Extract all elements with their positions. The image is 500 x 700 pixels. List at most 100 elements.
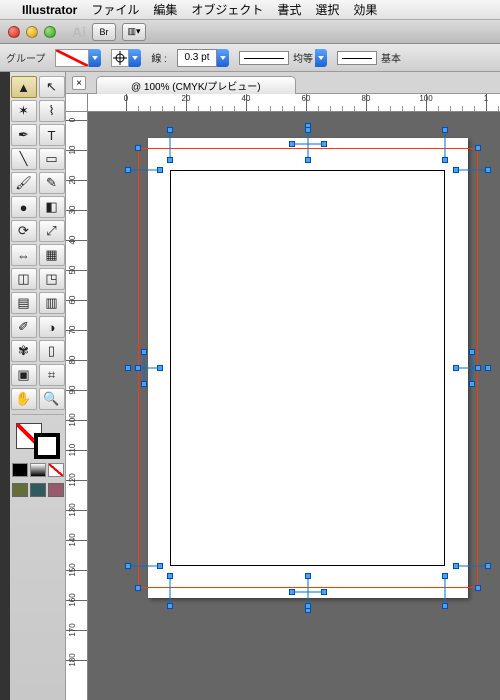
stroke-swatch-registration[interactable] xyxy=(111,49,129,67)
selection-handle[interactable] xyxy=(305,603,311,609)
tool-hand[interactable]: ✋ xyxy=(11,388,37,410)
selection-handle[interactable] xyxy=(453,167,459,173)
tool-rectangle[interactable]: ▭ xyxy=(39,148,65,170)
selection-handle[interactable] xyxy=(475,365,481,371)
tool-blob-brush[interactable]: ● xyxy=(11,196,37,218)
tool-symbol-sprayer[interactable]: ✾ xyxy=(11,340,37,362)
tool-zoom[interactable]: 🔍 xyxy=(39,388,65,410)
selection-handle[interactable] xyxy=(135,365,141,371)
selection-handle[interactable] xyxy=(475,145,481,151)
tool-free-transform[interactable]: ▦ xyxy=(39,244,65,266)
vertical-ruler[interactable]: 0102030405060708090100110120130140150160… xyxy=(66,112,88,700)
selection-handle[interactable] xyxy=(135,585,141,591)
selection-handle[interactable] xyxy=(442,573,448,579)
zoom-window-button[interactable] xyxy=(44,26,56,38)
tool-line[interactable]: ╲ xyxy=(11,148,37,170)
artwork-rectangle[interactable] xyxy=(170,170,445,566)
menu-select[interactable]: 選択 xyxy=(315,1,339,18)
stroke-style-dropdown[interactable] xyxy=(315,49,327,67)
close-window-button[interactable] xyxy=(8,26,20,38)
selection-handle[interactable] xyxy=(167,157,173,163)
selection-handle[interactable] xyxy=(167,603,173,609)
selection-handle[interactable] xyxy=(485,365,491,371)
selection-handle[interactable] xyxy=(485,167,491,173)
document-tab[interactable]: @ 100% (CMYK/プレビュー) xyxy=(96,76,296,94)
selection-handle[interactable] xyxy=(475,585,481,591)
selection-handle[interactable] xyxy=(442,157,448,163)
selection-handle[interactable] xyxy=(321,589,327,595)
selection-handle[interactable] xyxy=(453,365,459,371)
selection-handle[interactable] xyxy=(442,603,448,609)
selection-handle[interactable] xyxy=(469,381,475,387)
selection-handle[interactable] xyxy=(125,563,131,569)
gradient-mode-button[interactable] xyxy=(30,463,46,477)
tool-type[interactable]: T xyxy=(39,124,65,146)
tool-lasso[interactable]: ⌇ xyxy=(39,100,65,122)
selection-handle[interactable] xyxy=(157,365,163,371)
brush-preview[interactable] xyxy=(337,51,377,65)
stroke-style-preview[interactable] xyxy=(239,51,289,65)
tool-direct-selection[interactable]: ↖ xyxy=(39,76,65,98)
selection-handle[interactable] xyxy=(141,381,147,387)
tool-perspective[interactable]: ◳ xyxy=(39,268,65,290)
selection-handle[interactable] xyxy=(141,349,147,355)
tool-slice[interactable]: ⌗ xyxy=(39,364,65,386)
tool-scale[interactable]: ⤢ xyxy=(39,220,65,242)
panel-collapse-strip[interactable] xyxy=(0,72,10,700)
canvas[interactable] xyxy=(88,112,500,700)
selection-handle[interactable] xyxy=(157,563,163,569)
menu-type[interactable]: 書式 xyxy=(277,1,301,18)
selection-handle[interactable] xyxy=(442,127,448,133)
tool-pen[interactable]: ✒ xyxy=(11,124,37,146)
selection-handle[interactable] xyxy=(289,141,295,147)
tool-width[interactable]: ⇔ xyxy=(11,244,37,266)
stroke-weight-field[interactable]: 0.3 pt xyxy=(177,49,217,67)
stroke-weight-dropdown[interactable] xyxy=(217,49,229,67)
tool-magic-wand[interactable]: ✶ xyxy=(11,100,37,122)
color-mode-button[interactable] xyxy=(12,463,28,477)
tool-pencil[interactable]: ✎ xyxy=(39,172,65,194)
horizontal-ruler[interactable]: 0204060801001 xyxy=(88,94,500,112)
stroke-box[interactable] xyxy=(34,433,60,459)
close-tab-button[interactable]: × xyxy=(72,76,86,90)
selection-handle[interactable] xyxy=(289,589,295,595)
menu-object[interactable]: オブジェクト xyxy=(191,1,263,18)
bridge-button[interactable]: Br xyxy=(92,23,116,41)
fill-swatch-none[interactable] xyxy=(55,49,89,67)
swatch-1[interactable] xyxy=(12,483,28,497)
tool-gradient[interactable]: ▥ xyxy=(39,292,65,314)
ruler-origin[interactable] xyxy=(66,94,88,112)
menu-edit[interactable]: 編集 xyxy=(153,1,177,18)
selection-handle[interactable] xyxy=(305,127,311,133)
selection-handle[interactable] xyxy=(135,145,141,151)
selection-handle[interactable] xyxy=(305,573,311,579)
selection-handle[interactable] xyxy=(167,127,173,133)
menu-effect[interactable]: 効果 xyxy=(353,1,377,18)
tool-rotate[interactable]: ⟳ xyxy=(11,220,37,242)
tool-paintbrush[interactable]: 🖌 xyxy=(11,172,37,194)
selection-handle[interactable] xyxy=(305,157,311,163)
stroke-dropdown[interactable] xyxy=(129,49,141,67)
fill-stroke-control[interactable] xyxy=(16,423,60,459)
selection-handle[interactable] xyxy=(453,563,459,569)
menu-file[interactable]: ファイル xyxy=(91,1,139,18)
tool-shape-builder[interactable]: ◫ xyxy=(11,268,37,290)
selection-handle[interactable] xyxy=(321,141,327,147)
tool-graph[interactable]: ▯ xyxy=(39,340,65,362)
swatch-2[interactable] xyxy=(30,483,46,497)
arrange-documents-button[interactable]: ▥▾ xyxy=(122,23,146,41)
app-name[interactable]: Illustrator xyxy=(22,3,77,17)
tool-artboard[interactable]: ▣ xyxy=(11,364,37,386)
tool-selection[interactable]: ▲ xyxy=(11,76,37,98)
selection-handle[interactable] xyxy=(167,573,173,579)
selection-handle[interactable] xyxy=(485,563,491,569)
tool-mesh[interactable]: ▤ xyxy=(11,292,37,314)
none-mode-button[interactable] xyxy=(48,463,64,477)
selection-handle[interactable] xyxy=(469,349,475,355)
selection-handle[interactable] xyxy=(157,167,163,173)
selection-handle[interactable] xyxy=(125,167,131,173)
tool-eraser[interactable]: ◧ xyxy=(39,196,65,218)
selection-handle[interactable] xyxy=(125,365,131,371)
fill-dropdown[interactable] xyxy=(89,49,101,67)
tool-eyedropper[interactable]: ✐ xyxy=(11,316,37,338)
